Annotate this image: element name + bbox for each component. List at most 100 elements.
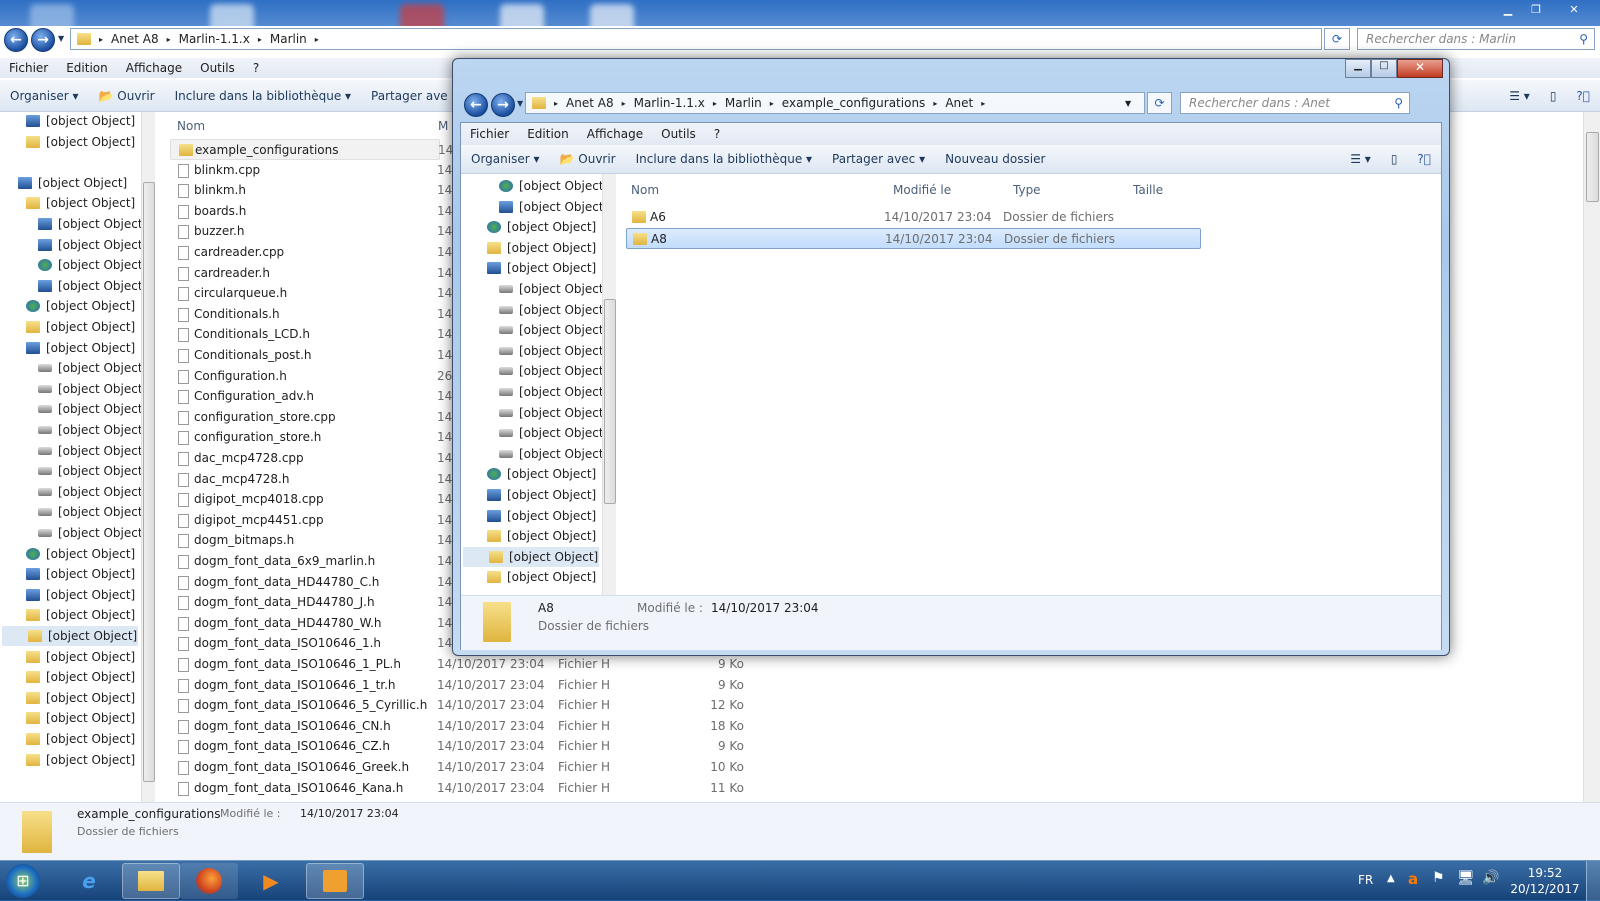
file-list-scrollbar[interactable]	[1583, 112, 1600, 802]
nav-item[interactable]: [object Object]	[26, 338, 135, 358]
include-library-button[interactable]: Inclure dans la bibliothèque ▾	[626, 152, 822, 166]
breadcrumb-item[interactable]: Anet A8	[566, 96, 614, 110]
recent-pages-dropdown[interactable]: ▼	[517, 99, 523, 108]
breadcrumb-item[interactable]: Anet	[945, 96, 973, 110]
nav-item[interactable]: [object Object]	[499, 300, 608, 320]
breadcrumb-separator-icon[interactable]: ▸	[713, 99, 717, 108]
nav-scrollbar-thumb[interactable]	[604, 299, 616, 504]
nav-item[interactable]: [object Object]	[499, 382, 608, 402]
include-library-button[interactable]: Inclure dans la bibliothèque ▾	[165, 89, 361, 103]
nav-item[interactable]: [object Object]	[38, 441, 147, 461]
breadcrumb-item[interactable]: Marlin	[270, 32, 307, 46]
taskbar-explorer-icon[interactable]	[122, 863, 180, 899]
menu-item[interactable]: ?	[705, 127, 729, 141]
address-dropdown[interactable]: ▼	[1125, 99, 1131, 108]
refresh-button[interactable]: ⟳	[1147, 92, 1172, 114]
nav-item[interactable]: [object Object]	[487, 258, 596, 278]
taskbar-firefox-icon[interactable]	[180, 863, 238, 899]
nav-item[interactable]: [object Object]	[499, 403, 608, 423]
nav-item[interactable]: [object Object]	[26, 112, 135, 131]
show-hidden-icons-button[interactable]: ▲	[1387, 873, 1395, 884]
recent-pages-dropdown[interactable]: ▼	[58, 34, 64, 43]
help-button[interactable]: ?⃝	[1407, 152, 1441, 166]
nav-item[interactable]: [object Object]	[38, 482, 147, 502]
nav-item[interactable]: [object Object]	[487, 238, 596, 258]
show-desktop-button[interactable]	[1586, 861, 1600, 901]
menu-item[interactable]: Outils	[652, 127, 705, 141]
nav-item[interactable]: [object Object]	[499, 176, 608, 196]
nav-item[interactable]: [object Object]	[38, 420, 147, 440]
column-header-type[interactable]: Type	[1013, 183, 1041, 197]
close-button[interactable]: ✕	[1556, 0, 1592, 18]
nav-item[interactable]: [object Object]	[38, 255, 147, 275]
nav-item[interactable]: [object Object]	[499, 320, 608, 340]
column-header-modified[interactable]: Modifié le	[893, 183, 951, 197]
table-row[interactable]: dogm_font_data_ISO10646_CZ.h 14/10/2017 2…	[170, 736, 1570, 757]
nav-scrollbar-thumb[interactable]	[143, 182, 155, 782]
open-button[interactable]: 📂 Ouvrir	[550, 152, 626, 166]
close-button[interactable]: ✕	[1397, 59, 1443, 78]
breadcrumb-separator-icon[interactable]: ▸	[167, 35, 171, 44]
nav-item[interactable]: [object Object]	[26, 317, 135, 337]
breadcrumb-item[interactable]: Marlin-1.1.x	[634, 96, 705, 110]
open-button[interactable]: 📂 Ouvrir	[89, 89, 165, 103]
table-row[interactable]: example_configurations 14	[170, 139, 453, 160]
column-header-size[interactable]: Taille	[1133, 183, 1163, 197]
nav-item[interactable]: [object Object]	[26, 729, 135, 749]
organize-button[interactable]: Organiser ▾	[461, 152, 550, 166]
breadcrumb-separator-icon[interactable]: ▸	[258, 35, 262, 44]
search-input[interactable]: Rechercher dans : Anet ⚲	[1180, 92, 1410, 114]
search-input[interactable]: Rechercher dans : Marlin ⚲	[1357, 28, 1595, 50]
nav-item[interactable]: [object Object]	[499, 423, 608, 443]
nav-scrollbar[interactable]	[602, 174, 616, 595]
forward-button[interactable]: →	[31, 28, 55, 52]
column-header-name[interactable]: Nom	[631, 183, 659, 197]
breadcrumb-separator-icon[interactable]: ▸	[981, 99, 985, 108]
nav-item[interactable]: [object Object]	[38, 502, 147, 522]
nav-item[interactable]: [object Object]	[499, 444, 608, 464]
breadcrumb-item[interactable]: Marlin	[725, 96, 762, 110]
breadcrumb-separator-icon[interactable]: ▸	[622, 99, 626, 108]
nav-item[interactable]: [object Object]	[26, 296, 135, 316]
column-header-modified[interactable]: M	[438, 112, 448, 133]
table-row[interactable]: dogm_font_data_ISO10646_5_Cyrillic.h 14/1…	[170, 695, 1570, 716]
menu-item[interactable]: Affichage	[578, 127, 652, 141]
breadcrumb-item[interactable]: Anet A8	[111, 32, 159, 46]
address-bar[interactable]: ▸ Anet A8 ▸ Marlin-1.1.x ▸ Marlin ▸	[70, 28, 1322, 50]
table-row[interactable]: dogm_font_data_ISO10646_1_tr.h 14/10/2017…	[170, 675, 1570, 696]
back-button[interactable]: ←	[464, 93, 488, 117]
nav-item[interactable]: [object Object]	[487, 526, 596, 546]
clock[interactable]: 19:52 20/12/2017	[1510, 865, 1580, 897]
nav-item[interactable]: [object Object]	[38, 214, 147, 234]
menu-item[interactable]: Fichier	[461, 127, 518, 141]
breadcrumb-separator-icon[interactable]: ▸	[554, 99, 558, 108]
address-bar[interactable]: ▸ Anet A8 ▸ Marlin-1.1.x ▸ Marlin ▸ example_con…	[525, 92, 1145, 114]
nav-item[interactable]: [object Object]	[38, 358, 147, 378]
forward-button[interactable]: →	[491, 93, 515, 117]
volume-icon[interactable]: 🔊	[1482, 870, 1499, 886]
table-row[interactable]: A8 14/10/2017 23:04 Dossier de fichiers	[626, 228, 1201, 249]
nav-item[interactable]: [object Object]	[487, 567, 596, 587]
restore-button[interactable]: ❐	[1522, 0, 1550, 18]
nav-item[interactable]: [object Object]	[487, 506, 596, 526]
nav-item[interactable]: [object Object]	[499, 197, 608, 217]
minimize-button[interactable]: ▁	[1494, 0, 1522, 18]
menu-item[interactable]: Fichier	[0, 61, 57, 75]
file-list-scrollbar-thumb[interactable]	[1586, 132, 1599, 202]
table-row[interactable]: dogm_font_data_ISO10646_Kana.h 14/10/2017…	[170, 778, 1570, 799]
avast-icon[interactable]: a	[1408, 870, 1418, 888]
breadcrumb-item[interactable]: Marlin-1.1.x	[179, 32, 250, 46]
nav-item[interactable]: [object Object]	[38, 461, 147, 481]
view-options-button[interactable]: ☰ ▾	[1340, 152, 1381, 166]
nav-item[interactable]: [object Object]	[38, 399, 147, 419]
taskbar-internet-explorer-icon[interactable]: e	[60, 863, 118, 899]
nav-item[interactable]: [object Object]	[499, 341, 608, 361]
nav-item[interactable]: [object Object]	[18, 173, 127, 193]
menu-item[interactable]: Affichage	[117, 61, 191, 75]
nav-item[interactable]: [object Object]	[26, 667, 135, 687]
breadcrumb-separator-icon[interactable]: ▸	[933, 99, 937, 108]
menu-item[interactable]: ?	[244, 61, 268, 75]
view-options-button[interactable]: ☰ ▾	[1499, 89, 1540, 103]
nav-item[interactable]: [object Object]	[487, 464, 596, 484]
table-row[interactable]: dogm_font_data_ISO10646_CN.h 14/10/2017 2…	[170, 716, 1570, 737]
